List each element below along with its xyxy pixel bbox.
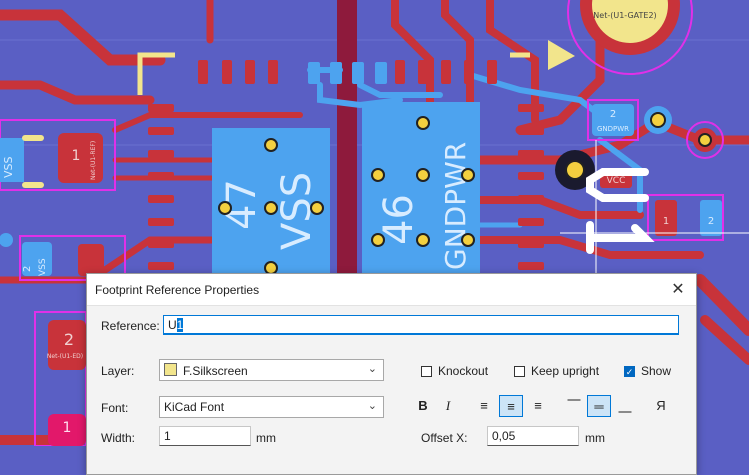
valign-bottom-icon[interactable]: ⎽ (613, 395, 637, 417)
chevron-down-icon: ⌄ (367, 400, 377, 412)
layer-color-swatch (164, 363, 177, 376)
pad-2-number-left: 2 (22, 266, 33, 272)
via-vcc (565, 160, 585, 180)
dialog-titlebar[interactable]: Footprint Reference Properties ✕ (87, 274, 696, 306)
net-label-u1-ed: Net-(U1-ED) (47, 353, 83, 360)
mirror-text-icon[interactable]: Я (649, 395, 673, 417)
vss-small-label: VSS (38, 258, 48, 276)
offset-x-label: Offset X: (421, 431, 468, 445)
font-label: Font: (101, 401, 129, 415)
pad-gndpwr-net: GNDPWR (439, 142, 472, 270)
valign-middle-icon[interactable]: ═ (587, 395, 611, 417)
keep-upright-checkbox[interactable]: Keep upright (514, 364, 599, 378)
pad-1-right-number: 1 (663, 216, 669, 227)
keep-upright-box[interactable] (514, 365, 525, 377)
width-input[interactable]: 1 (159, 426, 251, 446)
dialog-title: Footprint Reference Properties (95, 283, 260, 297)
pad-2-number-right: 2 (610, 109, 616, 120)
chevron-down-icon: ⌄ (367, 363, 377, 375)
reference-selection: 1 (176, 318, 184, 332)
keep-upright-label: Keep upright (531, 364, 600, 378)
via-right-center (698, 133, 712, 147)
valign-top-icon[interactable]: ⎺ (562, 395, 586, 417)
show-label: Show (641, 364, 672, 378)
align-right-icon[interactable]: ≡ (526, 395, 550, 417)
width-label: Width: (101, 431, 136, 445)
knockout-checkbox[interactable]: Knockout (421, 364, 488, 378)
vcc-label: VCC (607, 176, 626, 186)
width-unit: mm (256, 431, 276, 445)
show-box[interactable]: ✓ (624, 365, 635, 377)
italic-button[interactable]: I (436, 395, 460, 417)
net-label-u1-ref: Net-(U1-REF) (90, 141, 97, 180)
font-value: KiCad Font (164, 400, 225, 414)
footprint-reference-dialog: Footprint Reference Properties ✕ Referen… (86, 273, 697, 475)
layer-label: Layer: (101, 364, 135, 378)
close-icon[interactable]: ✕ (668, 279, 688, 299)
gndpwr-right-label: GNDPWR (597, 125, 629, 133)
reference-label: Reference: (101, 319, 160, 333)
knockout-label: Knockout (438, 364, 489, 378)
via-center (650, 112, 666, 128)
silk-line (22, 135, 44, 141)
vss-left-label: VSS (2, 156, 15, 178)
reference-input[interactable]: U1 (163, 315, 679, 335)
pad-1-vdd: 1 (63, 420, 72, 436)
pad-2-number-lower: 2 (64, 330, 74, 349)
layer-value: F.Silkscreen (183, 364, 248, 378)
offset-x-input[interactable]: 0,05 (487, 426, 579, 446)
net-label-gate2: Net-(U1-GATE2) (593, 11, 656, 20)
pad-1-number: 1 (72, 148, 81, 164)
bold-button[interactable]: B (411, 395, 435, 417)
show-checkbox[interactable]: ✓ Show (624, 364, 671, 378)
pad-1-lower[interactable] (78, 244, 104, 276)
offset-x-unit: mm (585, 431, 605, 445)
silk-line (22, 182, 44, 188)
font-select[interactable]: KiCad Font ⌄ (159, 396, 384, 418)
align-center-icon[interactable]: ≡ (499, 395, 523, 417)
align-left-icon[interactable]: ≡ (472, 395, 496, 417)
layer-select[interactable]: F.Silkscreen ⌄ (159, 359, 384, 381)
pad-2-far-number: 2 (708, 216, 714, 227)
knockout-box[interactable] (421, 365, 432, 377)
